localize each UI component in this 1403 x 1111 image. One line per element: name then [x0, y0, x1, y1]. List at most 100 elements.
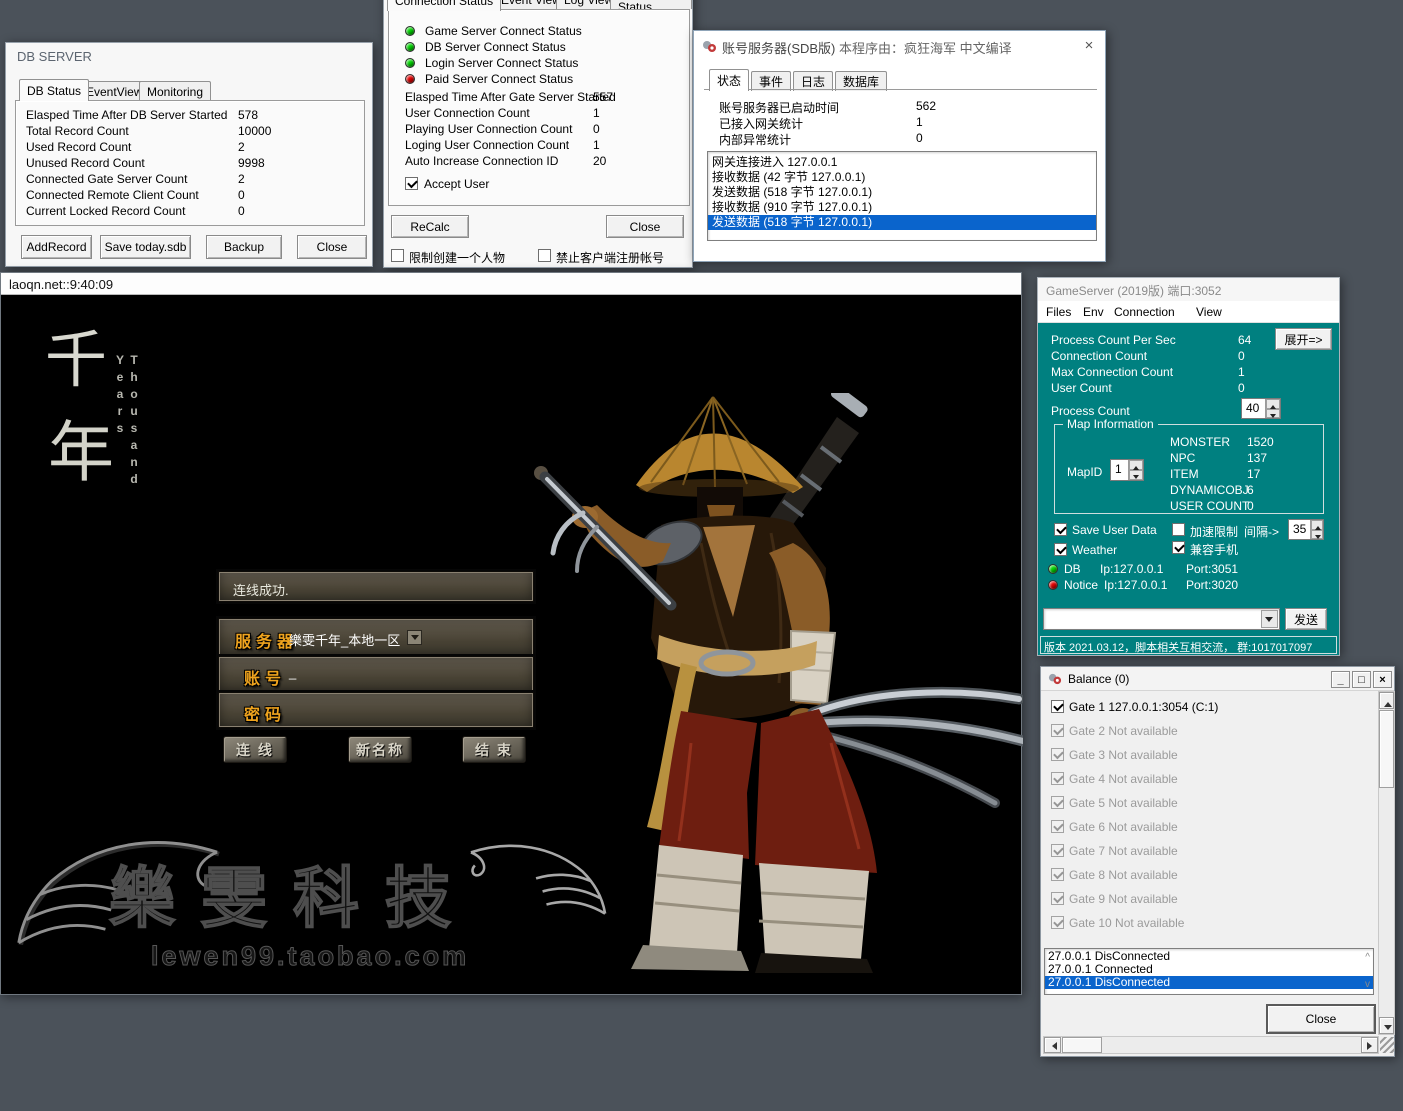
addrecord-button[interactable]: AddRecord: [21, 235, 92, 259]
password-field[interactable]: 密码: [218, 692, 534, 728]
watermark-title: 樂雯科技: [109, 845, 477, 941]
command-combobox[interactable]: [1043, 608, 1280, 630]
gate-checkbox[interactable]: [1051, 700, 1064, 713]
save-user-data-label: Save User Data: [1072, 523, 1157, 537]
server-dropdown-icon[interactable]: [407, 630, 422, 645]
expand-button[interactable]: 展开=>: [1275, 328, 1332, 350]
tab-database[interactable]: 数据库: [835, 71, 887, 91]
log-item-selected[interactable]: 发送数据 (518 字节 127.0.0.1): [708, 215, 1096, 230]
end-button[interactable]: 结 束: [462, 736, 526, 763]
stat-row: User Connection Count1: [405, 106, 685, 120]
backup-button[interactable]: Backup: [206, 235, 282, 259]
balance-title-bar[interactable]: Balance (0) _ □ ×: [1041, 667, 1394, 691]
password-label: 密码: [244, 701, 286, 725]
scroll-right-icon[interactable]: [1361, 1037, 1378, 1053]
account-label: 账号: [244, 665, 286, 689]
save-today-button[interactable]: Save today.sdb: [100, 235, 191, 259]
spin-up-icon[interactable]: [1129, 460, 1143, 470]
accept-user-checkbox[interactable]: [405, 177, 418, 190]
tab-db-status[interactable]: DB Status: [19, 79, 89, 101]
forbid-register-checkbox[interactable]: [538, 249, 551, 262]
connect-button[interactable]: 连 线: [223, 736, 287, 763]
scrollbar-thumb[interactable]: [1379, 710, 1394, 788]
gate-label: Gate 6 Not available: [1069, 820, 1178, 834]
spin-down-icon[interactable]: [1311, 530, 1323, 540]
tab-connection-status[interactable]: Connection Status: [387, 0, 501, 11]
stat-row: Elasped Time After DB Server Started578: [26, 108, 356, 122]
account-field[interactable]: 账号 _: [218, 656, 534, 692]
speed-limit-label: 加速限制: [1190, 523, 1238, 540]
game-title-bar[interactable]: laoqn.net::9:40:09: [1, 273, 1021, 295]
stat-row: Connected Remote Client Count0: [26, 188, 356, 202]
chevron-down-icon[interactable]: v: [1365, 979, 1370, 990]
db-close-button[interactable]: Close: [297, 235, 367, 259]
game-server-title-bar[interactable]: GameServer (2019版) 端口:3052: [1038, 278, 1339, 301]
tab-log[interactable]: 日志: [793, 71, 833, 91]
maximize-icon[interactable]: □: [1352, 671, 1371, 688]
scroll-down-icon[interactable]: [1379, 1017, 1394, 1034]
spin-up-icon[interactable]: [1266, 399, 1280, 409]
close-icon[interactable]: ×: [1373, 671, 1392, 688]
account-server-window: 账号服务器(SDB版) 本程序由：疯狂海军 中文编译 × 状态 事件 日志 数据…: [693, 30, 1106, 262]
log-item[interactable]: 网关连接进入 127.0.0.1: [708, 155, 1096, 170]
server-field[interactable]: 服务器 樂雯千年_本地一区: [218, 618, 534, 656]
interval-stepper[interactable]: 35: [1288, 519, 1324, 540]
speed-limit-checkbox[interactable]: [1172, 523, 1185, 536]
spin-up-icon[interactable]: [1311, 520, 1323, 530]
menu-env[interactable]: Env: [1083, 305, 1104, 319]
account-log-list[interactable]: 网关连接进入 127.0.0.1 接收数据 (42 字节 127.0.0.1) …: [707, 151, 1097, 241]
stat-row: Total Record Count10000: [26, 124, 356, 138]
mobile-compat-label: 兼容手机: [1190, 541, 1238, 558]
scroll-left-icon[interactable]: [1044, 1037, 1061, 1053]
minimize-icon[interactable]: _: [1331, 671, 1350, 688]
mobile-compat-checkbox[interactable]: [1172, 541, 1185, 554]
process-count-stepper[interactable]: 40: [1241, 398, 1281, 419]
combo-dropdown-icon[interactable]: [1261, 610, 1278, 628]
horizontal-scrollbar[interactable]: [1043, 1036, 1379, 1054]
tab-events[interactable]: 事件: [751, 71, 791, 91]
notice-endpoint-led: [1048, 580, 1058, 590]
menu-files[interactable]: Files: [1046, 305, 1071, 319]
close-icon[interactable]: ×: [1079, 35, 1099, 55]
chevron-up-icon[interactable]: ^: [1365, 952, 1370, 963]
gate-label: Gate 7 Not available: [1069, 844, 1178, 858]
log-item[interactable]: 接收数据 (42 字节 127.0.0.1): [708, 170, 1096, 185]
scroll-up-icon[interactable]: [1379, 692, 1394, 709]
balance-close-button[interactable]: Close: [1266, 1004, 1376, 1034]
gate-checkbox: [1051, 748, 1064, 761]
spin-down-icon[interactable]: [1266, 409, 1280, 419]
weather-label: Weather: [1072, 543, 1117, 557]
log-item-selected[interactable]: 27.0.0.1 DisConnected: [1045, 976, 1373, 989]
account-window-subtitle: 本程序由：疯狂海军 中文编译: [839, 38, 1012, 57]
save-user-data-checkbox[interactable]: [1054, 523, 1067, 536]
tab-buffer-status[interactable]: Buffer Status: [610, 0, 692, 9]
tab-baseline: [704, 89, 1097, 90]
tab-monitoring[interactable]: Monitoring: [139, 81, 211, 101]
message-box: 连线成功.: [218, 571, 534, 602]
scrollbar-thumb[interactable]: [1062, 1037, 1102, 1053]
menu-view[interactable]: View: [1196, 305, 1222, 319]
tab-status[interactable]: 状态: [709, 69, 749, 91]
account-value: _: [289, 665, 296, 680]
new-name-button[interactable]: 新名称: [348, 736, 412, 763]
menu-connection[interactable]: Connection: [1114, 305, 1175, 319]
limit-one-character-label: 限制创建一个人物: [409, 249, 505, 266]
send-button[interactable]: 发送: [1285, 608, 1327, 630]
gate-label: Gate 1 127.0.0.1:3054 (C:1): [1069, 700, 1218, 714]
log-item[interactable]: 发送数据 (518 字节 127.0.0.1): [708, 185, 1096, 200]
game-title: laoqn.net::9:40:09: [9, 277, 113, 292]
server-value: 樂雯千年_本地一区: [289, 630, 400, 649]
log-item[interactable]: 接收数据 (910 字节 127.0.0.1): [708, 200, 1096, 215]
limit-one-character-checkbox[interactable]: [391, 249, 404, 262]
weather-checkbox[interactable]: [1054, 543, 1067, 556]
stat-row: Auto Increase Connection ID20: [405, 154, 685, 168]
resize-grip[interactable]: [1380, 1037, 1395, 1053]
balance-log-list[interactable]: 27.0.0.1 DisConnected 27.0.0.1 Connected…: [1044, 948, 1374, 995]
notice-endpoint-port: Port:3020: [1186, 578, 1238, 592]
gate-close-button[interactable]: Close: [606, 215, 684, 238]
spin-down-icon[interactable]: [1129, 470, 1143, 480]
recalc-button[interactable]: ReCalc: [391, 215, 469, 238]
game-server-status-bar: 版本 2021.03.12，脚本相关互相交流， 群:1017017097: [1040, 636, 1337, 654]
mapid-stepper[interactable]: 1: [1110, 459, 1144, 481]
vertical-scrollbar[interactable]: [1378, 691, 1395, 1035]
